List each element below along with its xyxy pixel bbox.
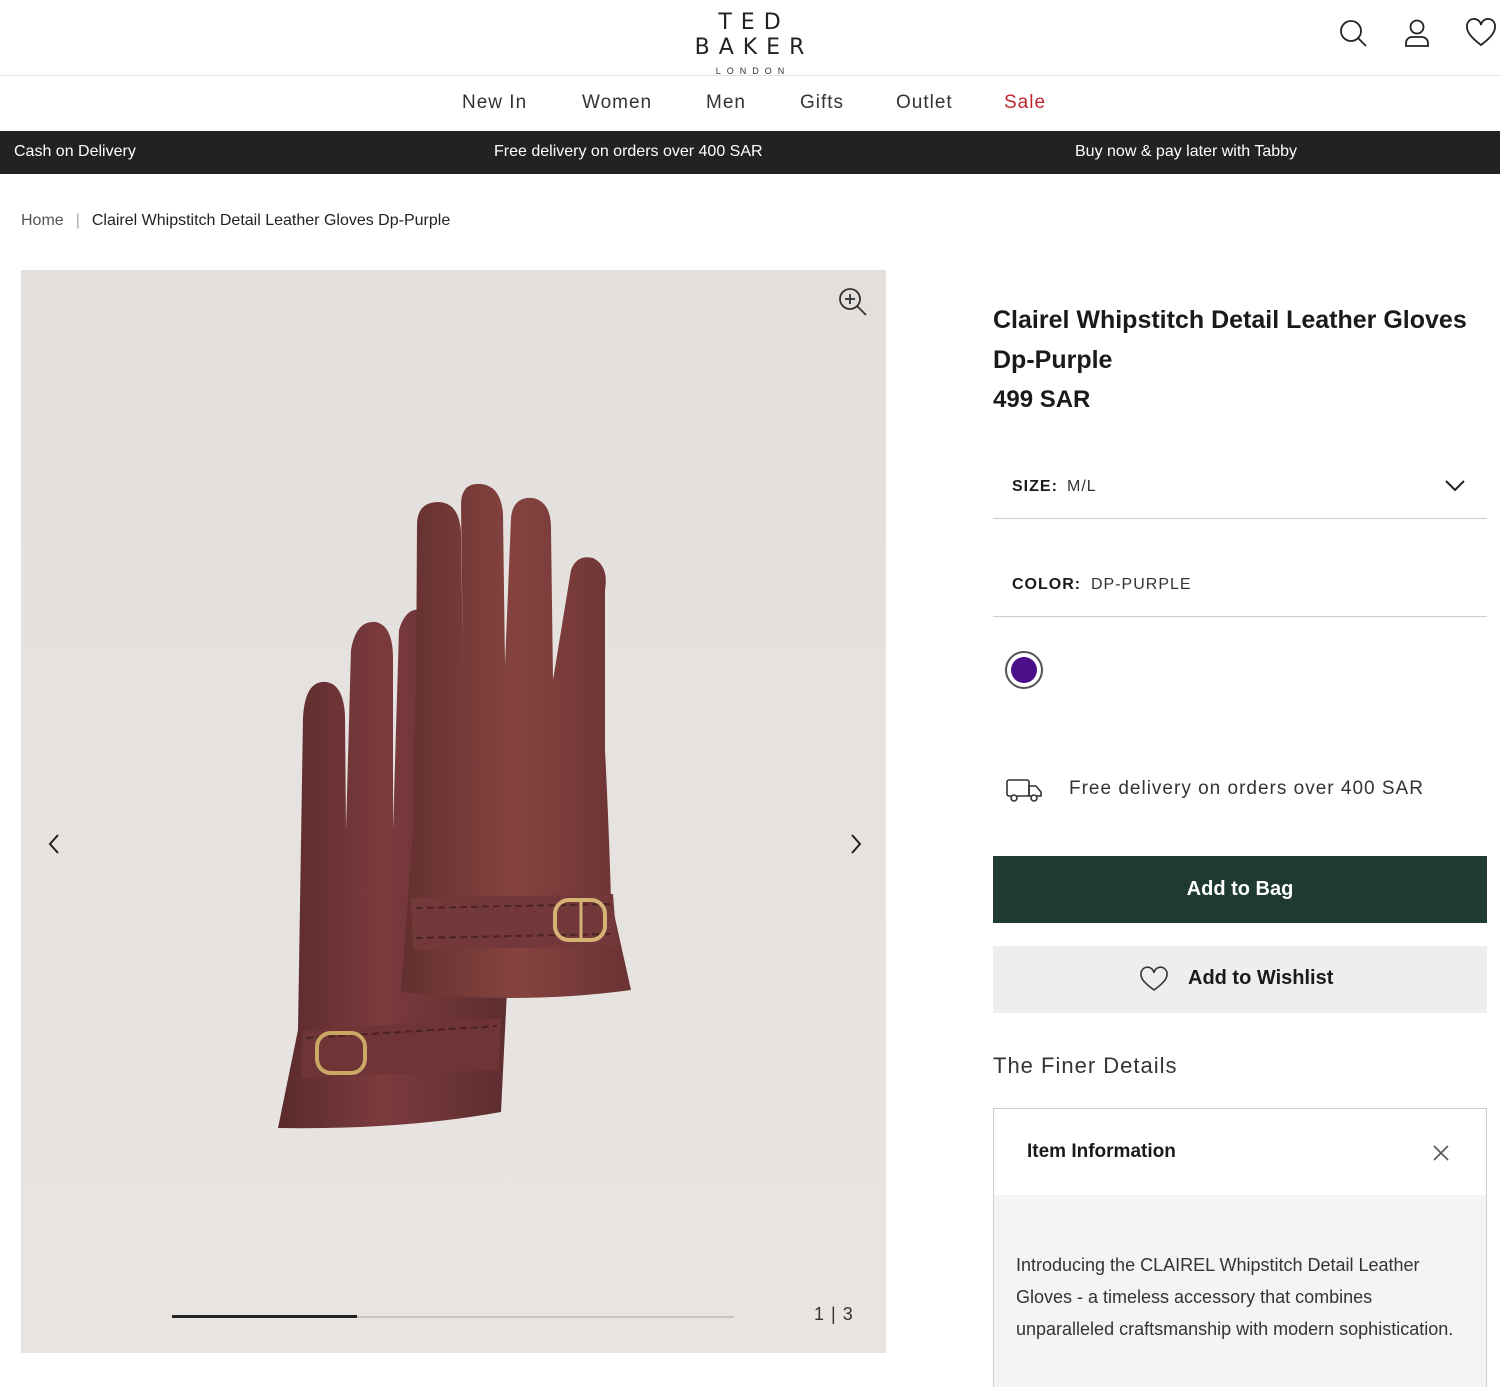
gallery-current-page: 1 xyxy=(814,1304,826,1324)
color-swatch-purple[interactable] xyxy=(1005,651,1043,689)
size-label: SIZE: xyxy=(1012,478,1058,495)
site-header: TED BAKER LONDON xyxy=(0,0,1500,76)
promo-cash-on-delivery: Cash on Delivery xyxy=(14,143,136,160)
breadcrumb-current: Clairel Whipstitch Detail Leather Gloves… xyxy=(91,212,451,229)
gallery-next-arrow-icon[interactable] xyxy=(841,830,869,858)
brand-subtitle: LONDON xyxy=(715,66,791,76)
nav-new-in[interactable]: New In xyxy=(462,92,527,114)
accordion-header[interactable]: Item Information xyxy=(994,1109,1486,1195)
size-value: M/L xyxy=(1067,478,1097,495)
product-image xyxy=(278,483,631,1129)
accordion-title: Item Information xyxy=(1027,1141,1176,1162)
breadcrumb-separator: | xyxy=(75,212,80,229)
product-info: Clairel Whipstitch Detail Leather Gloves… xyxy=(993,300,1487,414)
truck-icon xyxy=(1006,779,1042,802)
product-title: Clairel Whipstitch Detail Leather Gloves… xyxy=(993,306,1467,374)
delivery-info: Free delivery on orders over 400 SAR xyxy=(1005,772,1475,808)
breadcrumb-home[interactable]: Home xyxy=(21,212,64,229)
finer-details-heading: The Finer Details xyxy=(993,1053,1178,1078)
nav-outlet[interactable]: Outlet xyxy=(896,92,953,114)
add-to-bag-button[interactable]: Add to Bag xyxy=(993,856,1487,923)
breadcrumb: Home | Clairel Whipstitch Detail Leather G… xyxy=(21,212,450,230)
product-price: 499 SAR xyxy=(993,386,1091,413)
add-to-wishlist-label: Add to Wishlist xyxy=(1188,967,1334,989)
nav-women[interactable]: Women xyxy=(582,92,652,114)
close-icon[interactable] xyxy=(1430,1142,1452,1164)
gallery-pager: 1 | 3 xyxy=(814,1304,854,1325)
brand-name: TED BAKER xyxy=(694,10,814,60)
nav-sale[interactable]: Sale xyxy=(1004,92,1046,114)
color-label: COLOR: xyxy=(1012,576,1082,593)
chevron-down-icon[interactable] xyxy=(1443,473,1467,497)
product-description: Introducing the CLAIREL Whipstitch Detai… xyxy=(1016,1255,1454,1339)
accordion-body: Introducing the CLAIREL Whipstitch Detai… xyxy=(994,1195,1486,1387)
color-row: COLOR: DP-PURPLE xyxy=(993,553,1487,617)
product-gallery[interactable]: 1 | 3 xyxy=(21,270,886,1353)
promo-bar: Cash on Delivery Free delivery on orders… xyxy=(0,131,1500,174)
gallery-total-pages: 3 xyxy=(842,1304,854,1324)
account-icon[interactable] xyxy=(1400,16,1434,50)
nav-men[interactable]: Men xyxy=(706,92,746,114)
size-selector[interactable]: SIZE: M/L xyxy=(993,455,1487,519)
main-nav: New In Women Men Gifts Outlet Sale xyxy=(0,76,1500,131)
search-icon[interactable] xyxy=(1336,16,1370,50)
promo-free-delivery: Free delivery on orders over 400 SAR xyxy=(494,143,763,160)
gallery-progress-bar xyxy=(172,1315,734,1318)
heart-icon xyxy=(1140,966,1168,991)
nav-gifts[interactable]: Gifts xyxy=(800,92,844,114)
item-information-accordion: Item Information Introducing the CLAIREL… xyxy=(993,1108,1487,1387)
delivery-text: Free delivery on orders over 400 SAR xyxy=(1069,778,1424,799)
gallery-pager-divider: | xyxy=(831,1304,837,1324)
promo-tabby: Buy now & pay later with Tabby xyxy=(1075,143,1298,160)
color-value: DP-PURPLE xyxy=(1091,576,1192,593)
gallery-progress-fill xyxy=(172,1315,358,1318)
zoom-icon[interactable] xyxy=(837,286,869,318)
gallery-prev-arrow-icon[interactable] xyxy=(41,830,69,858)
add-to-wishlist-button[interactable]: Add to Wishlist xyxy=(993,946,1487,1013)
color-swatch-dot xyxy=(1011,657,1037,683)
brand-logo[interactable]: TED BAKER LONDON xyxy=(650,10,850,76)
wishlist-icon[interactable] xyxy=(1464,16,1498,50)
